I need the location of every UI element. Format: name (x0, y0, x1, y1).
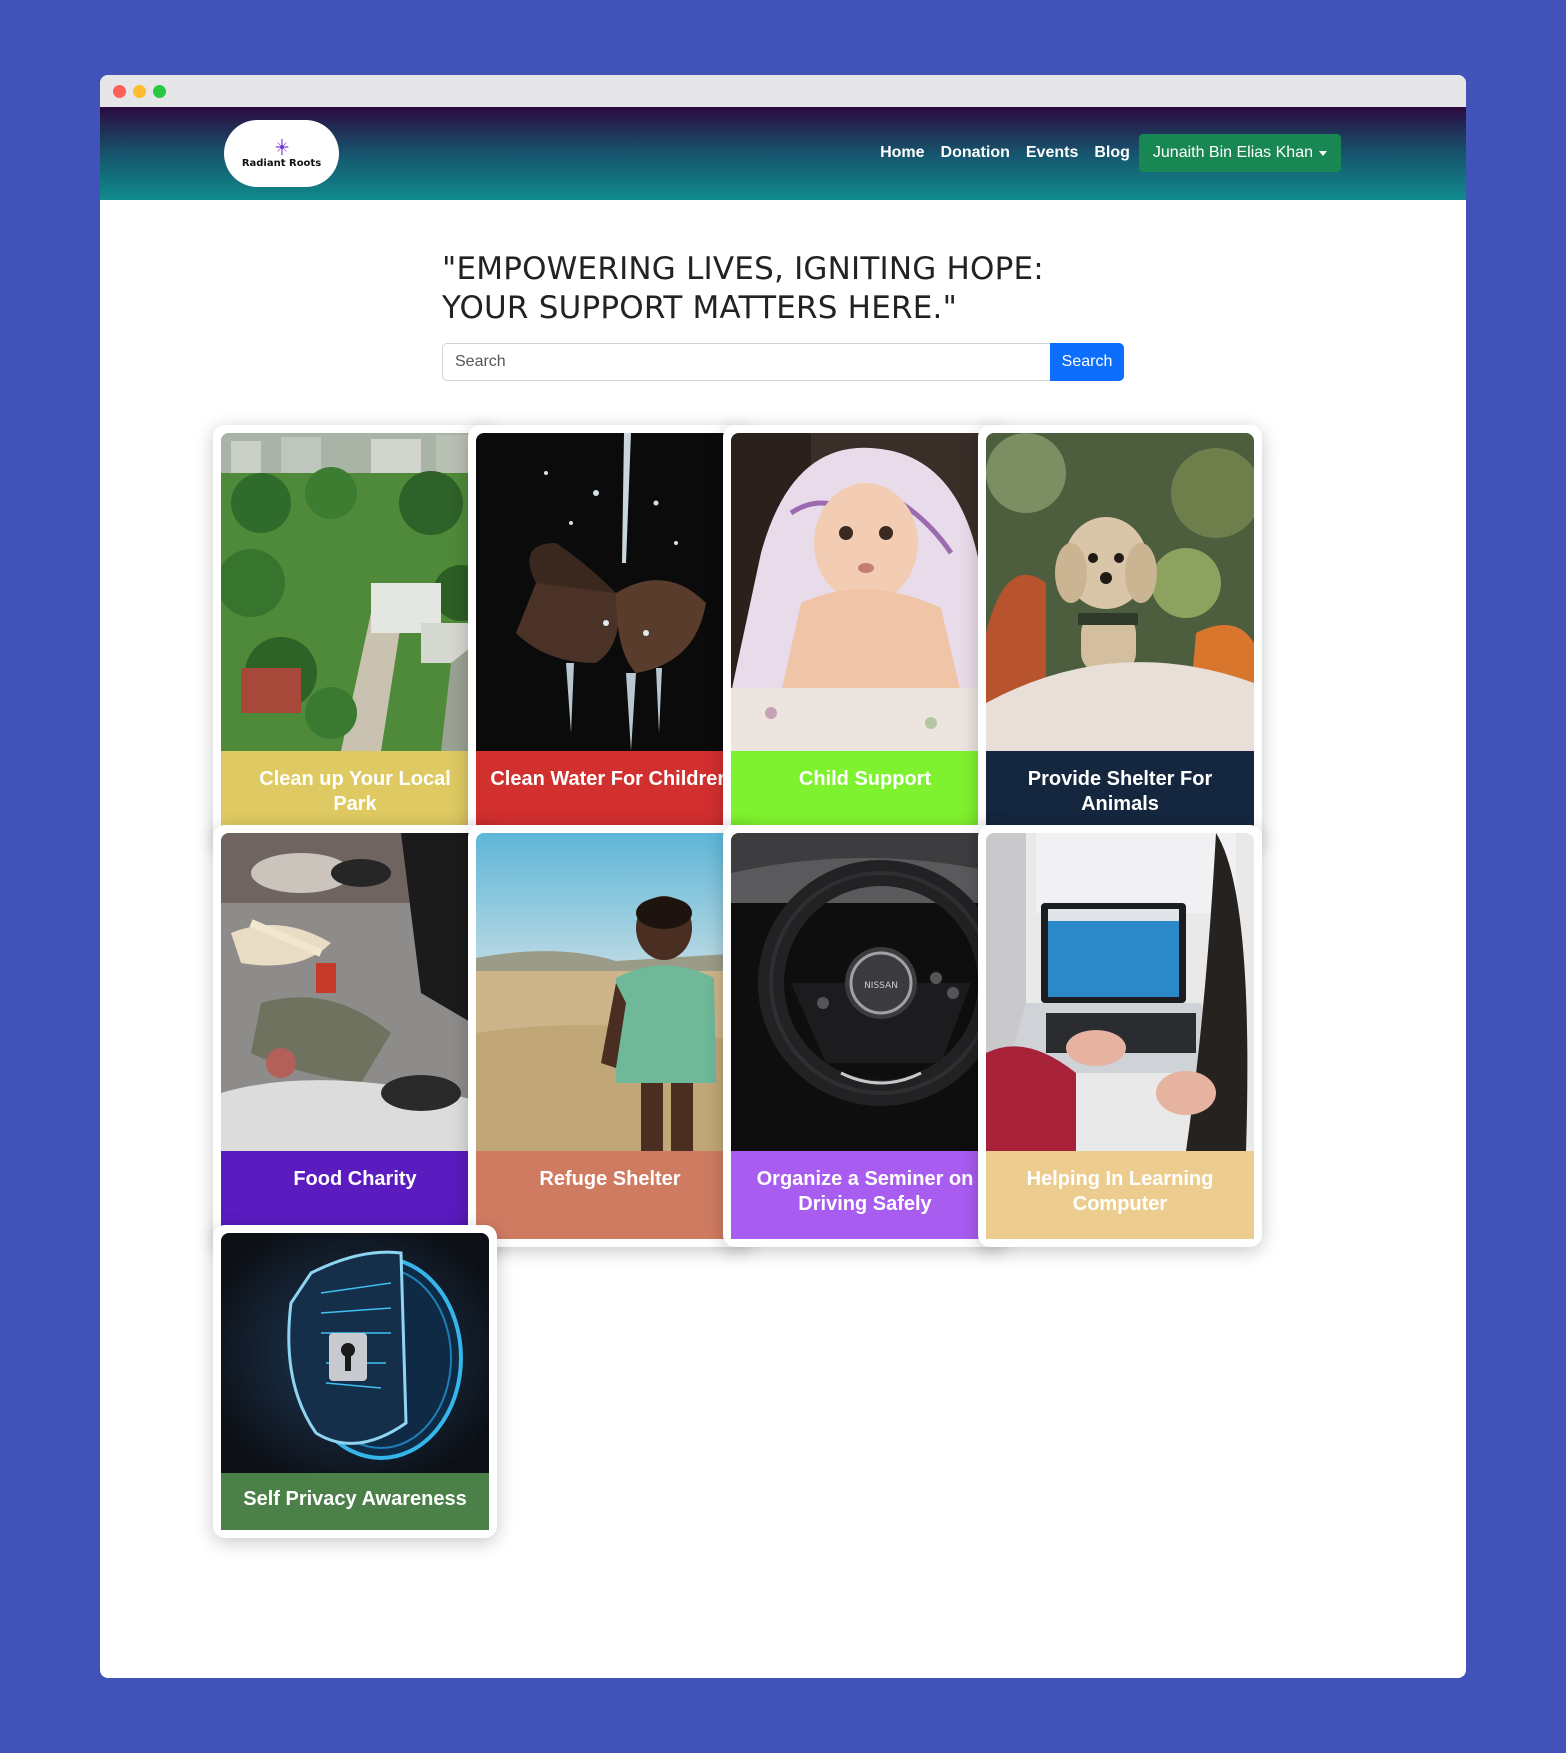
nav-link-events[interactable]: Events (1026, 144, 1078, 162)
food-sorting-photo (221, 833, 489, 1151)
search-bar: Search (442, 343, 1124, 381)
dog-photo (986, 433, 1254, 751)
hero-section: "EMPOWERING LIVES, IGNITING HOPE: YOUR S… (442, 250, 1124, 381)
user-name: Junaith Bin Elias Khan (1152, 144, 1313, 161)
search-input[interactable] (442, 343, 1050, 381)
steering-wheel-photo: NISSAN (731, 833, 999, 1151)
campaign-card[interactable]: Clean Water For Children (468, 425, 752, 847)
campaign-card[interactable]: Self Privacy Awareness (213, 1225, 497, 1538)
nav-link-home[interactable]: Home (880, 144, 924, 162)
nav-link-blog[interactable]: Blog (1094, 144, 1130, 162)
campaign-card[interactable]: Clean up Your Local Park (213, 425, 497, 847)
maximize-window-dot[interactable] (153, 85, 166, 98)
nav-links: Home Donation Events Blog Junaith Bin El… (864, 134, 1341, 172)
water-hands-photo (476, 433, 744, 751)
campaign-card[interactable]: Food Charity (213, 825, 497, 1247)
campaign-card[interactable]: Refuge Shelter (468, 825, 752, 1247)
browser-window: Radiant Roots Home Donation Events Blog … (100, 75, 1466, 1678)
laptop-photo (986, 833, 1254, 1151)
card-title: Organize a Seminer on Driving Safely (731, 1151, 999, 1239)
campaign-card[interactable]: Helping In Learning Computer (978, 825, 1262, 1247)
logo-sparkle-icon (275, 138, 288, 156)
security-shield-photo (221, 1233, 489, 1473)
title-bar (100, 75, 1466, 107)
navbar: Radiant Roots Home Donation Events Blog … (100, 107, 1466, 200)
minimize-window-dot[interactable] (133, 85, 146, 98)
logo-text: Radiant Roots (241, 158, 322, 169)
campaign-card[interactable]: NISSAN Organize a Seminer on Driving Saf… (723, 825, 1007, 1247)
nav-link-donation[interactable]: Donation (941, 144, 1010, 162)
page-headline: "EMPOWERING LIVES, IGNITING HOPE: YOUR S… (442, 251, 1044, 326)
logo[interactable]: Radiant Roots (224, 120, 339, 187)
svg-text:NISSAN: NISSAN (864, 981, 898, 991)
user-menu-button[interactable]: Junaith Bin Elias Khan (1138, 134, 1341, 172)
baby-photo (731, 433, 999, 751)
boy-field-photo (476, 833, 744, 1151)
search-button[interactable]: Search (1050, 343, 1124, 381)
card-title: Helping In Learning Computer (986, 1151, 1254, 1239)
campaign-card[interactable]: Child Support (723, 425, 1007, 847)
close-window-dot[interactable] (113, 85, 126, 98)
park-photo (221, 433, 489, 751)
caret-down-icon (1319, 150, 1327, 156)
campaign-card[interactable]: Provide Shelter For Animals (978, 425, 1262, 847)
card-title: Refuge Shelter (476, 1151, 744, 1239)
card-title: Self Privacy Awareness (221, 1473, 489, 1530)
